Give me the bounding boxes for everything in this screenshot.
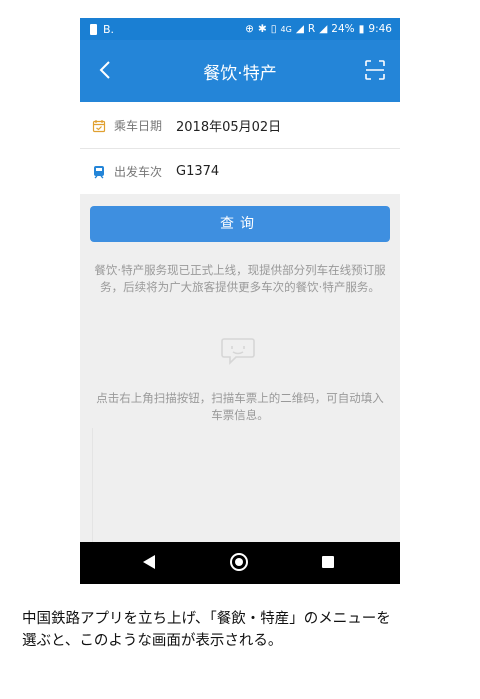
network-type: 4G <box>280 24 292 34</box>
clock: 9:46 <box>368 23 392 35</box>
divider <box>92 428 93 548</box>
recent-apps-icon[interactable] <box>322 556 334 568</box>
train-label: 出发车次 <box>114 164 163 179</box>
battery-icon: ▮ <box>358 23 365 35</box>
caption-line-2: 選ぶと、このような画面が表示される。 <box>22 633 283 649</box>
bluetooth-icon: ✱ <box>257 23 267 35</box>
signal-icon-2: ◢ <box>319 23 328 35</box>
nav-bar: 餐饮·特产 <box>80 40 400 102</box>
date-row[interactable]: 乘车日期 2018年05月02日 <box>80 102 400 149</box>
back-triangle-icon[interactable] <box>142 554 156 574</box>
home-circle-icon[interactable] <box>230 553 248 571</box>
scan-icon[interactable] <box>364 59 386 81</box>
notification-icon <box>90 23 97 35</box>
date-value: 2018年05月02日 <box>176 119 282 135</box>
service-notice: 餐饮·特产服务现已正式上线，现提供部分列车在线预订服务，后续将为广大旅客提供更多… <box>94 263 386 294</box>
signal-icon: ◢ <box>295 23 304 35</box>
ticket-form: 乘车日期 2018年05月02日 出发车次 G1374 <box>80 102 400 194</box>
status-letter: B. <box>103 22 115 36</box>
vibrate-icon: ▯ <box>270 23 277 35</box>
message-icon <box>220 336 256 366</box>
battery-percent: 24% <box>331 23 355 35</box>
page-title: 餐饮·特产 <box>203 64 277 84</box>
phone-screen: B. ⊕ ✱ ▯ 4G ◢ R ◢ 24% ▮ 9:46 餐饮·特产 乘车日期 … <box>80 18 400 584</box>
calendar-icon <box>92 118 106 133</box>
date-label: 乘车日期 <box>114 118 163 133</box>
train-value: G1374 <box>176 163 220 179</box>
sync-icon: ⊕ <box>245 23 254 35</box>
scan-hint: 点击右上角扫描按钮，扫描车票上的二维码，可自动填入车票信息。 <box>96 391 384 422</box>
train-icon <box>92 164 106 179</box>
status-bar: B. ⊕ ✱ ▯ 4G ◢ R ◢ 24% ▮ 9:46 <box>80 18 400 40</box>
train-row[interactable]: 出发车次 G1374 <box>80 148 400 194</box>
query-button[interactable]: 查询 <box>90 206 390 242</box>
caption: 中国鉄路アプリを立ち上げ、「餐飲・特産」のメニューを 選ぶと、このような画面が表… <box>22 608 462 652</box>
roaming-indicator: R <box>307 23 316 35</box>
system-nav-bar <box>80 542 400 584</box>
caption-line-1: 中国鉄路アプリを立ち上げ、「餐飲・特産」のメニューを <box>22 611 391 627</box>
